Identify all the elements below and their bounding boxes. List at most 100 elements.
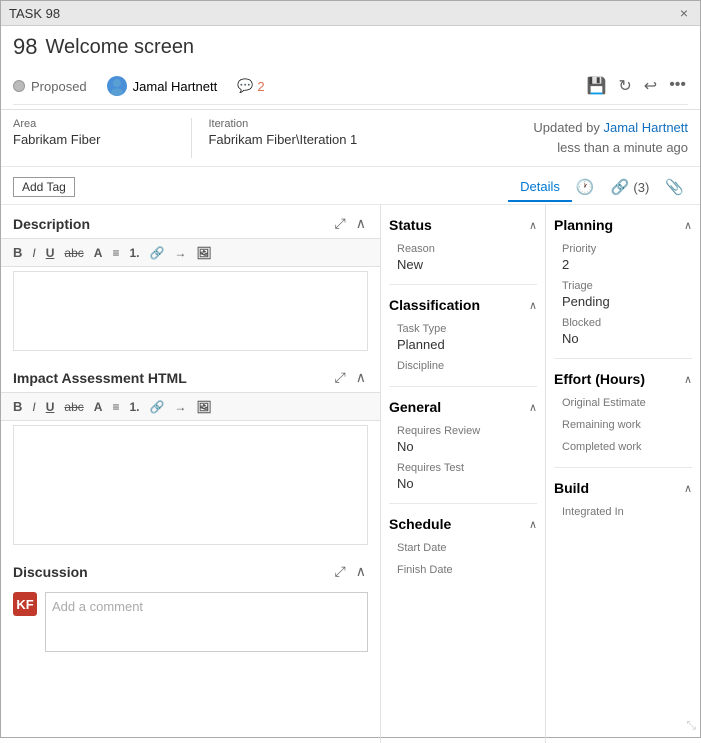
meta-bar: Proposed Jamal Hartnett 💬 2 💾 ↻ ↩ ••• [13,68,688,105]
task-type-value[interactable]: Planned [397,337,529,352]
close-button[interactable]: × [676,5,692,21]
description-toolbar: B I U abc A ≡ 1. 🔗 → 🖼 [1,238,380,267]
description-expand-icon[interactable]: ⤢ [333,213,348,234]
bold-btn[interactable]: B [9,243,26,262]
updated-info: Updated by Jamal Hartnett less than a mi… [533,118,688,157]
save-icon[interactable]: 💾 [584,74,608,98]
requires-review-field: Requires Review No [389,421,537,458]
requires-test-label: Requires Test [397,462,529,474]
triage-label: Triage [562,280,684,292]
tab-details[interactable]: Details [508,173,572,202]
discussion-title: Discussion [13,564,88,580]
blocked-value[interactable]: No [562,331,684,346]
impact-expand-icon[interactable]: ⤢ [333,367,348,388]
impact-highlight-btn[interactable]: A [90,397,107,416]
undo-icon[interactable]: ↩ [642,74,659,98]
effort-section: Effort (Hours) ∧ Original Estimate Remai… [554,367,692,459]
indent-btn[interactable]: → [170,243,190,262]
original-estimate-label: Original Estimate [562,397,684,409]
avatar [107,76,127,96]
task-title-row: 98 Welcome screen [13,34,688,60]
discussion-section: Discussion ⤢ ∧ KF Add a comment [1,553,380,658]
more-icon[interactable]: ••• [667,74,688,98]
strikethrough-btn[interactable]: abc [60,243,87,262]
description-editor[interactable] [13,271,368,351]
links-icon[interactable]: 🔗 (3) [607,174,654,200]
divider-2 [389,386,537,387]
impact-indent-btn[interactable]: → [170,397,190,416]
start-date-field: Start Date [389,538,537,560]
divider-3 [389,503,537,504]
highlight-btn[interactable]: A [90,243,107,262]
discussion-header[interactable]: Discussion ⤢ ∧ [1,553,380,586]
status-label: Proposed [31,79,87,94]
add-tag-button[interactable]: Add Tag [13,177,75,197]
impact-editor[interactable] [13,425,368,545]
reason-value[interactable]: New [397,257,529,272]
impact-header[interactable]: Impact Assessment HTML ⤢ ∧ [1,359,380,392]
status-badge[interactable]: Proposed [13,79,87,94]
task-type-field: Task Type Planned [389,319,537,356]
impact-italic-btn[interactable]: I [28,397,39,416]
discussion-expand-icon[interactable]: ⤢ [333,561,348,582]
classification-title: Classification [389,297,480,313]
discussion-collapse-icon[interactable]: ∧ [354,561,368,582]
build-collapse[interactable]: ∧ [684,482,692,495]
build-section: Build ∧ Integrated In [554,476,692,524]
attachment-icon[interactable]: 📎 [661,174,688,200]
requires-test-value[interactable]: No [397,476,529,491]
planning-collapse[interactable]: ∧ [684,219,692,232]
build-header: Build ∧ [554,476,692,502]
title-bar: TASK 98 × [1,1,700,26]
task-type-label: Task Type [397,323,529,335]
link-btn[interactable]: 🔗 [145,243,168,262]
description-header[interactable]: Description ⤢ ∧ [1,205,380,238]
updated-by-user[interactable]: Jamal Hartnett [603,120,688,135]
divider-1 [389,284,537,285]
comment-badge[interactable]: 💬 2 [237,78,264,94]
classification-header: Classification ∧ [389,293,537,319]
history-count: (3) [633,180,649,195]
impact-underline-btn[interactable]: U [42,397,59,416]
impact-ul-btn[interactable]: ≡ [108,397,123,416]
middle-panel: Status ∧ Reason New Classification ∧ Tas… [381,205,546,743]
completed-work-field: Completed work [554,437,692,459]
classification-collapse[interactable]: ∧ [529,299,537,312]
area-value[interactable]: Fabrikam Fiber [13,132,175,147]
impact-bold-btn[interactable]: B [9,397,26,416]
image-btn[interactable]: 🖼 [192,243,215,262]
schedule-collapse[interactable]: ∧ [529,518,537,531]
general-collapse[interactable]: ∧ [529,401,537,414]
triage-value[interactable]: Pending [562,294,684,309]
divider-4 [554,358,692,359]
ul-btn[interactable]: ≡ [108,243,123,262]
tags-row: Add Tag Details 🕐 🔗 (3) 📎 [1,167,700,205]
comment-icon: 💬 [237,78,253,94]
impact-ol-btn[interactable]: 1. [125,397,143,416]
status-collapse[interactable]: ∧ [529,219,537,232]
discipline-label: Discipline [397,360,529,372]
task-name: Welcome screen [45,36,194,59]
comment-input[interactable]: Add a comment [45,592,368,652]
ol-btn[interactable]: 1. [125,243,143,262]
assignee-name[interactable]: Jamal Hartnett [133,79,218,94]
impact-collapse-icon[interactable]: ∧ [354,367,368,388]
requires-review-value[interactable]: No [397,439,529,454]
underline-btn[interactable]: U [42,243,59,262]
effort-collapse[interactable]: ∧ [684,373,692,386]
italic-btn[interactable]: I [28,243,39,262]
impact-link-btn[interactable]: 🔗 [145,397,168,416]
reason-field: Reason New [389,239,537,276]
effort-header: Effort (Hours) ∧ [554,367,692,393]
discussion-controls: ⤢ ∧ [333,561,368,582]
impact-strike-btn[interactable]: abc [60,397,87,416]
description-collapse-icon[interactable]: ∧ [354,213,368,234]
iteration-value[interactable]: Fabrikam Fiber\Iteration 1 [208,132,370,147]
general-section: General ∧ Requires Review No Requires Te… [389,395,537,495]
history-icon[interactable]: 🕐 [572,174,599,200]
refresh-icon[interactable]: ↻ [616,74,633,98]
general-header: General ∧ [389,395,537,421]
priority-value[interactable]: 2 [562,257,684,272]
impact-image-btn[interactable]: 🖼 [192,397,215,416]
resize-handle[interactable]: ⤡ [686,718,696,733]
